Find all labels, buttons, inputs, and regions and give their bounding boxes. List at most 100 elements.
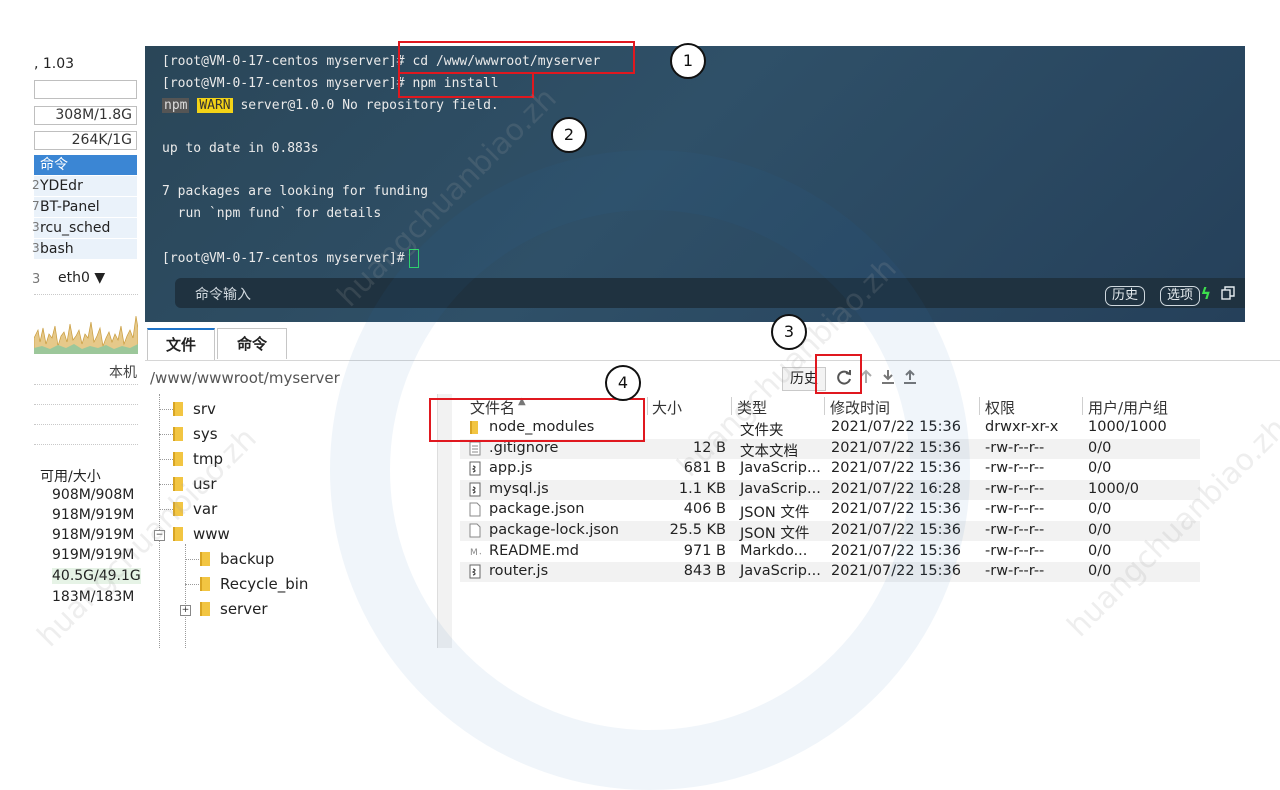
disk-header: 可用/大小 (40, 469, 101, 485)
file-perm: -rw-r--r-- (985, 439, 1045, 456)
process-prefix: 3 (32, 220, 40, 234)
column-divider (1082, 397, 1083, 415)
upload-icon[interactable] (901, 368, 919, 386)
file-perm: -rw-r--r-- (985, 563, 1045, 580)
tab-commands[interactable]: 命令 (217, 328, 287, 359)
column-header-type[interactable]: 类型 (737, 397, 767, 418)
file-owner: 1000/1000 (1088, 419, 1167, 435)
npm-tag: npm (162, 98, 190, 113)
process-row[interactable]: BT-Panel (34, 197, 137, 218)
tree-line (185, 584, 199, 585)
process-header[interactable]: 命令 (34, 155, 137, 176)
file-type: JavaScrip... (740, 460, 821, 477)
tree-item-server[interactable]: server (200, 600, 267, 618)
tree-item-backup[interactable]: backup (200, 550, 274, 568)
disk-row: 908M/908M (52, 487, 135, 503)
disk-row: 40.5G/49.1G (52, 568, 141, 584)
file-size: 681 B (683, 460, 726, 477)
divider (34, 294, 138, 295)
tree-line (159, 434, 173, 435)
column-header-size[interactable]: 大小 (652, 397, 682, 418)
terminal-line: npm WARN server@1.0.0 No repository fiel… (162, 98, 499, 113)
highlight-box (815, 354, 862, 394)
disk-row: 918M/919M (52, 507, 135, 523)
file-row[interactable]: mysql.js 1.1 KB JavaScrip... 2021/07/22 16:… (460, 479, 1200, 500)
file-perm: -rw-r--r-- (985, 522, 1045, 538)
tab-files[interactable]: 文件 (147, 328, 215, 360)
file-mtime: 2021/07/22 16:28 (831, 480, 961, 497)
command-input[interactable]: 命令输入 历史 选项 ϟ (175, 278, 1245, 308)
file-type: JSON 文件 (740, 505, 810, 522)
file-size: 1.1 KB (678, 480, 726, 497)
options-button[interactable]: 选项 (1160, 286, 1201, 306)
terminal-line: up to date in 0.883s (162, 141, 319, 156)
process-row[interactable]: bash (34, 239, 137, 260)
collapse-icon[interactable]: − (154, 530, 165, 541)
highlight-box (398, 72, 534, 98)
copy-icon[interactable] (1221, 286, 1235, 300)
download-icon[interactable] (879, 368, 897, 386)
process-prefix: 2 (32, 178, 40, 192)
divider (34, 424, 138, 425)
folder-icon (200, 602, 210, 616)
file-row[interactable]: app.js 681 B JavaScrip... 2021/07/22 15:36 -… (460, 459, 1200, 479)
step-marker: 3 (771, 314, 807, 350)
file-perm: -rw-r--r-- (985, 460, 1045, 477)
tree-line (159, 394, 160, 648)
swap-value: 264K/1G (71, 132, 132, 148)
file-row[interactable]: package.json 406 B JSON 文件 2021/07/22 15:36… (460, 500, 1200, 522)
file-perm: -rw-r--r-- (985, 501, 1045, 518)
command-input-placeholder: 命令输入 (195, 287, 251, 303)
file-mtime: 2021/07/22 15:36 (831, 522, 961, 538)
tree-item-usr[interactable]: usr (173, 475, 217, 493)
process-list: 命令 YDEdr BT-Panel rcu_sched bash (34, 155, 137, 260)
warn-tag: WARN (197, 98, 233, 113)
file-row[interactable]: M↓ README.md 971 B Markdo... 2021/07/22 15:3… (460, 542, 1200, 562)
file-mtime: 2021/07/22 15:36 (831, 501, 961, 518)
highlight-box (429, 398, 645, 442)
path-input[interactable]: /www/wwwroot/myserver (150, 369, 340, 387)
column-header-owner[interactable]: 用户/用户组 (1088, 397, 1168, 418)
network-sparkline (34, 315, 138, 354)
terminal[interactable]: [root@VM-0-17-centos myserver]# cd /www/… (145, 46, 1245, 322)
net-interface-select[interactable]: eth0 ▼ (58, 270, 105, 286)
tree-item-tmp[interactable]: tmp (173, 450, 223, 468)
script-file-icon (469, 482, 481, 497)
divider (34, 384, 138, 385)
tree-item-srv[interactable]: srv (173, 400, 216, 418)
tree-item-recycle-bin[interactable]: Recycle_bin (200, 575, 308, 593)
file-type: Markdo... (740, 542, 808, 559)
path-bar: /www/wwwroot/myserver 历史 (145, 364, 1280, 392)
process-row[interactable]: rcu_sched (34, 218, 137, 239)
folder-icon (173, 527, 183, 541)
column-divider (731, 397, 732, 415)
process-row[interactable]: YDEdr (34, 176, 137, 197)
tree-item-var[interactable]: var (173, 500, 217, 518)
file-mtime: 2021/07/22 15:36 (831, 439, 961, 456)
file-name: package-lock.json (489, 522, 619, 538)
file-row[interactable]: router.js 843 B JavaScrip... 2021/07/22 15:… (460, 562, 1200, 583)
tree-item-sys[interactable]: sys (173, 425, 218, 443)
process-prefix: 7 (32, 199, 40, 213)
tree-item-www[interactable]: www (173, 525, 230, 543)
folder-icon (200, 577, 210, 591)
file-perm: drwxr-xr-x (985, 419, 1059, 435)
file-row[interactable]: package-lock.json 25.5 KB JSON 文件 2021/07/2… (460, 521, 1200, 542)
file-owner: 1000/0 (1088, 480, 1140, 497)
file-owner: 0/0 (1088, 439, 1112, 456)
expand-icon[interactable]: + (180, 605, 191, 616)
terminal-line: [root@VM-0-17-centos myserver]# (162, 249, 419, 268)
panel-tabs: 文件 命令 (145, 322, 1280, 361)
disk-row: 183M/183M (52, 589, 135, 605)
disk-row: 919M/919M (52, 547, 135, 563)
file-type: 文件夹 (740, 423, 784, 439)
directory-tree: srv sys tmp usr var − www backup Recycle… (145, 394, 452, 648)
highlight-box (398, 41, 635, 74)
bolt-icon[interactable]: ϟ (1201, 284, 1211, 303)
history-button[interactable]: 历史 (1105, 286, 1146, 306)
file-type: JavaScrip... (740, 563, 821, 580)
column-header-perm[interactable]: 权限 (985, 397, 1015, 418)
process-prefix: 3 (32, 241, 40, 255)
column-header-mtime[interactable]: 修改时间 (830, 397, 890, 418)
folder-icon (173, 452, 183, 466)
